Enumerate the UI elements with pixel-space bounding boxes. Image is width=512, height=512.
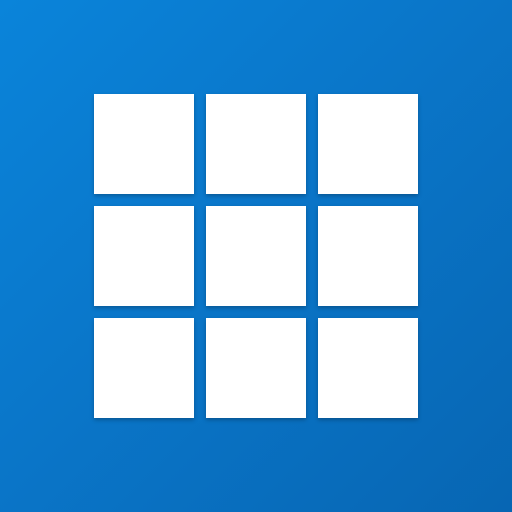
grid-tile bbox=[318, 206, 418, 306]
grid-tile bbox=[94, 318, 194, 418]
grid-tile bbox=[206, 318, 306, 418]
grid-tile bbox=[94, 94, 194, 194]
grid-tile bbox=[94, 206, 194, 306]
app-icon-background bbox=[0, 0, 512, 512]
grid-tile bbox=[206, 94, 306, 194]
grid-tile bbox=[206, 206, 306, 306]
grid-tile bbox=[318, 94, 418, 194]
grid-tile bbox=[318, 318, 418, 418]
tile-grid-icon bbox=[94, 94, 418, 418]
